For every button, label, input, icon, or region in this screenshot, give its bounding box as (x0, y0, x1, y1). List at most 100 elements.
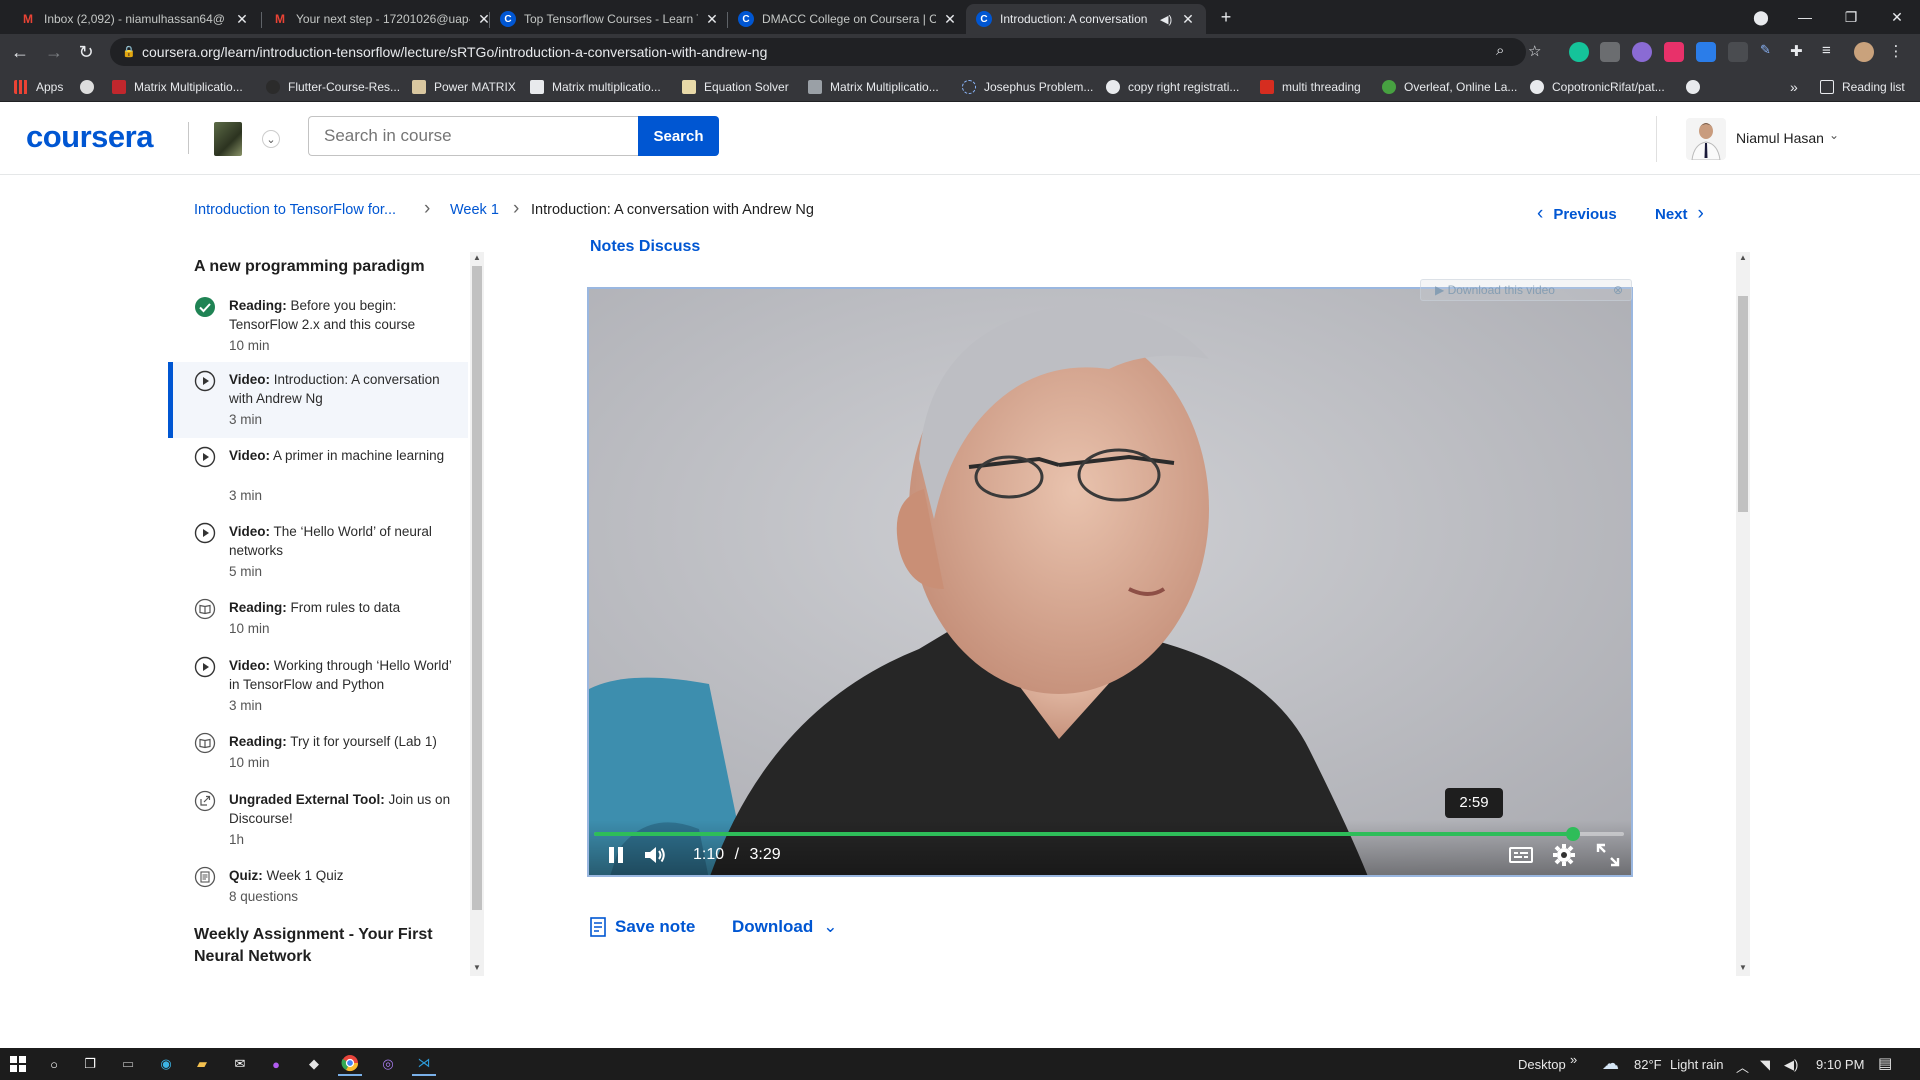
sidebar-item[interactable]: Reading: Try it for yourself (Lab 1) 10 … (168, 724, 468, 782)
weather-cloud-icon[interactable]: ☁ (1602, 1054, 1619, 1074)
reading-list-button[interactable]: Reading list (1820, 78, 1905, 96)
bookmark-item[interactable]: Matrix multiplicatio... (530, 78, 661, 96)
course-thumbnail[interactable] (214, 122, 242, 156)
bookmark-item[interactable]: Matrix Multiplicatio... (808, 78, 939, 96)
chrome-icon[interactable] (338, 1052, 362, 1076)
browser-tab[interactable]: M Inbox (2,092) - niamulhassan64@ ✕ (10, 4, 260, 34)
scroll-down-icon[interactable]: ▼ (470, 962, 484, 974)
close-tab-icon[interactable]: ✕ (704, 11, 720, 27)
search-button[interactable]: Search (638, 116, 719, 156)
download-video-overlay[interactable]: ▶ Download this video ⊗ (1420, 279, 1632, 301)
next-button[interactable]: Next › (1655, 203, 1704, 225)
search-input[interactable] (308, 116, 638, 156)
extension-pen-icon[interactable]: ✎ (1760, 42, 1780, 62)
close-tab-icon[interactable]: ✕ (1180, 11, 1196, 27)
close-tab-icon[interactable]: ✕ (942, 11, 958, 27)
bookmark-item[interactable] (80, 78, 102, 96)
clock[interactable]: 9:10 PM (1816, 1057, 1864, 1072)
download-dropdown[interactable]: Download ⌄ (732, 917, 837, 937)
content-tabs-partial[interactable]: Notes Discuss (590, 238, 700, 252)
sidebar-item-active[interactable]: Video: Introduction: A conversation with… (168, 362, 468, 438)
bookmark-item[interactable]: Equation Solver (682, 78, 789, 96)
close-icon[interactable]: ⊗ (1613, 280, 1623, 300)
desktop-toolbar[interactable]: Desktop (1518, 1057, 1566, 1072)
sidebar-item[interactable]: Ungraded External Tool: Join us on Disco… (168, 782, 468, 858)
app-icon[interactable]: ◆ (302, 1052, 326, 1076)
chevron-down-icon[interactable]: ⌄ (262, 130, 280, 148)
bookmark-item[interactable]: Power MATRIX (412, 78, 516, 96)
media-control-icon[interactable]: ≡ (1822, 42, 1842, 62)
reload-icon[interactable]: ↻ (74, 40, 98, 64)
task-view-icon[interactable]: ❐ (78, 1052, 102, 1076)
mail-icon[interactable]: ✉ (228, 1052, 252, 1076)
browser-tab-active[interactable]: C Introduction: A conversation ◀) ✕ (966, 4, 1206, 34)
zoom-icon[interactable]: ⌕ (1496, 42, 1516, 62)
file-explorer-icon[interactable]: ▰ (190, 1052, 214, 1076)
app-icon[interactable]: ▭ (116, 1052, 140, 1076)
bookmark-apps[interactable]: Apps (14, 78, 63, 96)
speaker-icon[interactable]: ◀) (1160, 13, 1174, 26)
sidebar-item[interactable]: Video: Working through ‘Hello World’ in … (168, 648, 468, 724)
grammarly-icon[interactable] (1569, 42, 1589, 62)
sidebar-item[interactable]: Reading: From rules to data 10 min (168, 590, 468, 648)
previous-button[interactable]: ‹ Previous (1537, 203, 1617, 225)
edge-icon[interactable]: ◉ (154, 1052, 178, 1076)
windows-start-icon[interactable] (6, 1052, 30, 1076)
bookmark-item[interactable] (1686, 78, 1708, 96)
bookmark-item[interactable]: copy right registrati... (1106, 78, 1239, 96)
volume-button[interactable] (642, 842, 668, 868)
bookmarks-overflow-icon[interactable]: » (1790, 78, 1798, 96)
close-tab-icon[interactable]: ✕ (234, 11, 250, 27)
bookmark-item[interactable]: CopotronicRifat/pat... (1530, 78, 1665, 96)
browser-tab[interactable]: C Top Tensorflow Courses - Learn T ✕ (490, 4, 730, 34)
notifications-icon[interactable]: ▤ (1878, 1054, 1892, 1072)
app-icon[interactable]: ◎ (376, 1052, 400, 1076)
menu-kebab-icon[interactable]: ⋮ (1886, 42, 1906, 62)
extension-icon[interactable] (1664, 42, 1684, 62)
restore-icon[interactable]: ❐ (1828, 0, 1874, 34)
seek-handle[interactable] (1565, 827, 1580, 841)
user-name[interactable]: Niamul Hasan (1736, 130, 1824, 146)
messenger-icon[interactable]: ● (264, 1052, 288, 1076)
extensions-puzzle-icon[interactable]: ✚ (1790, 42, 1810, 62)
sidebar-item[interactable]: Quiz: Week 1 Quiz 8 questions (168, 858, 468, 916)
toolbar-overflow-icon[interactable]: » (1570, 1052, 1577, 1067)
captions-button[interactable] (1508, 842, 1534, 868)
speaker-icon[interactable]: ◀) (1784, 1057, 1798, 1073)
sidebar-item[interactable]: Video: The ‘Hello World’ of neural netwo… (168, 514, 468, 590)
extension-download-icon[interactable] (1696, 42, 1716, 62)
weather-temp[interactable]: 82°F (1634, 1057, 1662, 1072)
next-section-title[interactable]: Weekly Assignment - Your First Neural Ne… (194, 924, 454, 968)
minimize-icon[interactable]: — (1782, 0, 1828, 34)
bookmark-item[interactable]: Overleaf, Online La... (1382, 78, 1517, 96)
network-icon[interactable]: ◥ (1760, 1057, 1770, 1073)
breadcrumb-week[interactable]: Week 1 (450, 202, 499, 218)
settings-button[interactable] (1551, 842, 1577, 868)
fullscreen-button[interactable] (1595, 842, 1621, 868)
coursera-logo[interactable]: coursera (26, 119, 153, 155)
forward-icon[interactable]: → (42, 40, 66, 64)
vscode-icon[interactable]: ⋊ (412, 1052, 436, 1076)
back-icon[interactable]: ← (8, 40, 32, 64)
profile-icon[interactable]: ⬤ (1738, 0, 1784, 34)
search-icon[interactable]: ○ (42, 1052, 66, 1076)
browser-tab[interactable]: C DMACC College on Coursera | Co ✕ (728, 4, 968, 34)
bookmark-item[interactable]: Flutter-Course-Res... (266, 78, 400, 96)
bookmark-star-icon[interactable]: ☆ (1528, 42, 1548, 62)
extension-icon[interactable] (1632, 42, 1652, 62)
chevron-down-icon[interactable]: ⌄ (1829, 128, 1839, 142)
bookmark-item[interactable]: Josephus Problem... (962, 78, 1093, 96)
bookmark-item[interactable]: multi threading (1260, 78, 1361, 96)
extension-icon[interactable] (1728, 42, 1748, 62)
weather-text[interactable]: Light rain (1670, 1057, 1723, 1072)
new-tab-icon[interactable]: + (1214, 5, 1238, 29)
address-bar[interactable]: 🔒 coursera.org/learn/introduction-tensor… (110, 38, 1526, 66)
sidebar-item[interactable]: Reading: Before you begin: TensorFlow 2.… (168, 288, 468, 362)
browser-tab[interactable]: M Your next step - 17201026@uap- ✕ (262, 4, 502, 34)
scroll-up-icon[interactable]: ▲ (470, 252, 484, 264)
sidebar-item[interactable]: Video: A primer in machine learning 3 mi… (168, 438, 468, 514)
bookmark-item[interactable]: Matrix Multiplicatio... (112, 78, 243, 96)
scroll-down-icon[interactable]: ▼ (1736, 962, 1750, 974)
pause-button[interactable] (603, 842, 629, 868)
sidebar-scroll-thumb[interactable] (472, 266, 482, 910)
